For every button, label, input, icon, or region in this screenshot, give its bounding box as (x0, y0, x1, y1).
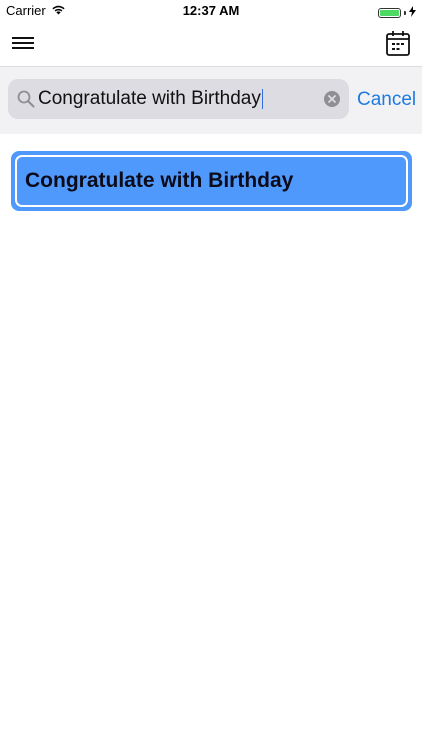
status-time: 12:37 AM (182, 3, 240, 18)
search-bar-container: Congratulate with Birthday Cancel (0, 66, 422, 134)
app-screen: Carrier 12:37 AM Congratulate with Birth… (0, 0, 422, 750)
search-result-title: Congratulate with Birthday (25, 169, 294, 192)
search-icon (17, 90, 35, 108)
calendar-icon[interactable] (386, 30, 410, 56)
battery-group (378, 5, 416, 20)
search-input[interactable]: Congratulate with Birthday (8, 79, 349, 119)
search-input-value: Congratulate with Birthday (38, 88, 263, 109)
cancel-button[interactable]: Cancel (357, 89, 416, 111)
hamburger-menu-icon[interactable] (12, 34, 34, 54)
battery-icon (378, 7, 401, 18)
charging-bolt-icon (409, 5, 416, 20)
search-result-frame: Congratulate with Birthday (15, 155, 408, 207)
navigation-bar (0, 22, 422, 66)
search-result-item[interactable]: Congratulate with Birthday (11, 151, 412, 211)
status-bar: Carrier 12:37 AM (0, 0, 422, 22)
text-caret (261, 88, 263, 109)
clear-search-icon[interactable] (324, 91, 340, 107)
